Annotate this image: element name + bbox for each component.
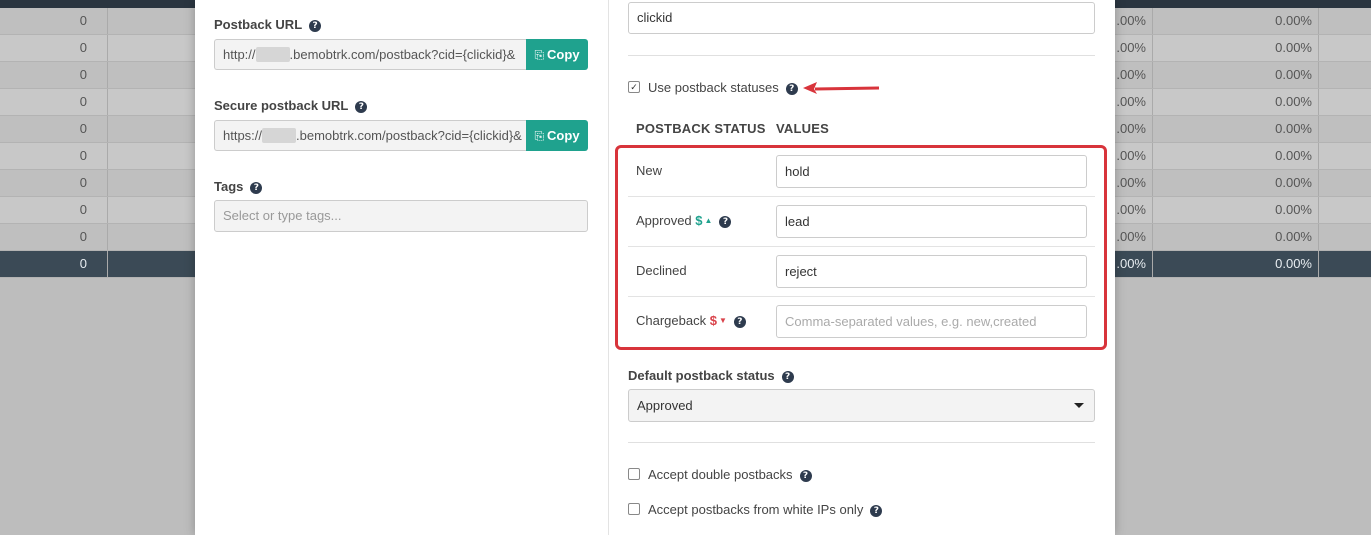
values-header: VALUES <box>776 121 829 136</box>
accept-white-ips-label: Accept postbacks from white IPs only? <box>648 502 883 517</box>
divider <box>628 55 1095 56</box>
divider <box>628 442 1095 443</box>
help-icon[interactable]: ? <box>250 182 263 194</box>
copy-secure-postback-url-button[interactable]: ⎘ Copy <box>526 120 588 151</box>
default-postback-status-label: Default postback status? <box>628 368 794 383</box>
clickid-input[interactable]: clickid <box>628 2 1095 34</box>
help-icon[interactable]: ? <box>799 470 812 482</box>
default-postback-status-select[interactable]: Approved <box>628 389 1095 422</box>
postback-url-label: Postback URL? <box>214 17 322 32</box>
accept-white-ips-checkbox[interactable] <box>628 503 640 515</box>
column-divider <box>608 0 609 535</box>
secure-postback-url-field[interactable]: https://.bemobtrk.com/postback?cid={clic… <box>214 120 526 151</box>
highlight-box <box>615 145 1107 350</box>
tags-label: Tags? <box>214 179 263 194</box>
accept-double-postbacks-label: Accept double postbacks? <box>648 467 812 482</box>
copy-icon: ⎘ <box>534 48 545 62</box>
copy-postback-url-button[interactable]: ⎘ Copy <box>526 39 588 70</box>
postback-url-field[interactable]: http://.bemobtrk.com/postback?cid={click… <box>214 39 526 70</box>
help-icon[interactable]: ? <box>355 101 368 113</box>
use-postback-statuses-label: Use postback statuses? <box>648 80 798 95</box>
copy-icon: ⎘ <box>534 129 545 143</box>
postback-status-header: POSTBACK STATUS <box>636 121 766 136</box>
help-icon[interactable]: ? <box>870 505 883 517</box>
tags-input[interactable]: Select or type tags... <box>214 200 588 232</box>
redacted-domain <box>262 128 297 143</box>
red-arrow-annotation <box>803 82 880 94</box>
edit-traffic-source-modal: Postback URL? http://.bemobtrk.com/postb… <box>195 0 1115 535</box>
redacted-domain <box>255 47 290 62</box>
caret-down-icon <box>1074 403 1084 408</box>
secure-postback-url-label: Secure postback URL? <box>214 98 368 113</box>
help-icon[interactable]: ? <box>781 371 794 383</box>
help-icon[interactable]: ? <box>309 20 322 32</box>
use-postback-statuses-checkbox[interactable]: ✓ <box>628 81 640 93</box>
help-icon[interactable]: ? <box>785 83 798 95</box>
accept-double-postbacks-checkbox[interactable] <box>628 468 640 480</box>
